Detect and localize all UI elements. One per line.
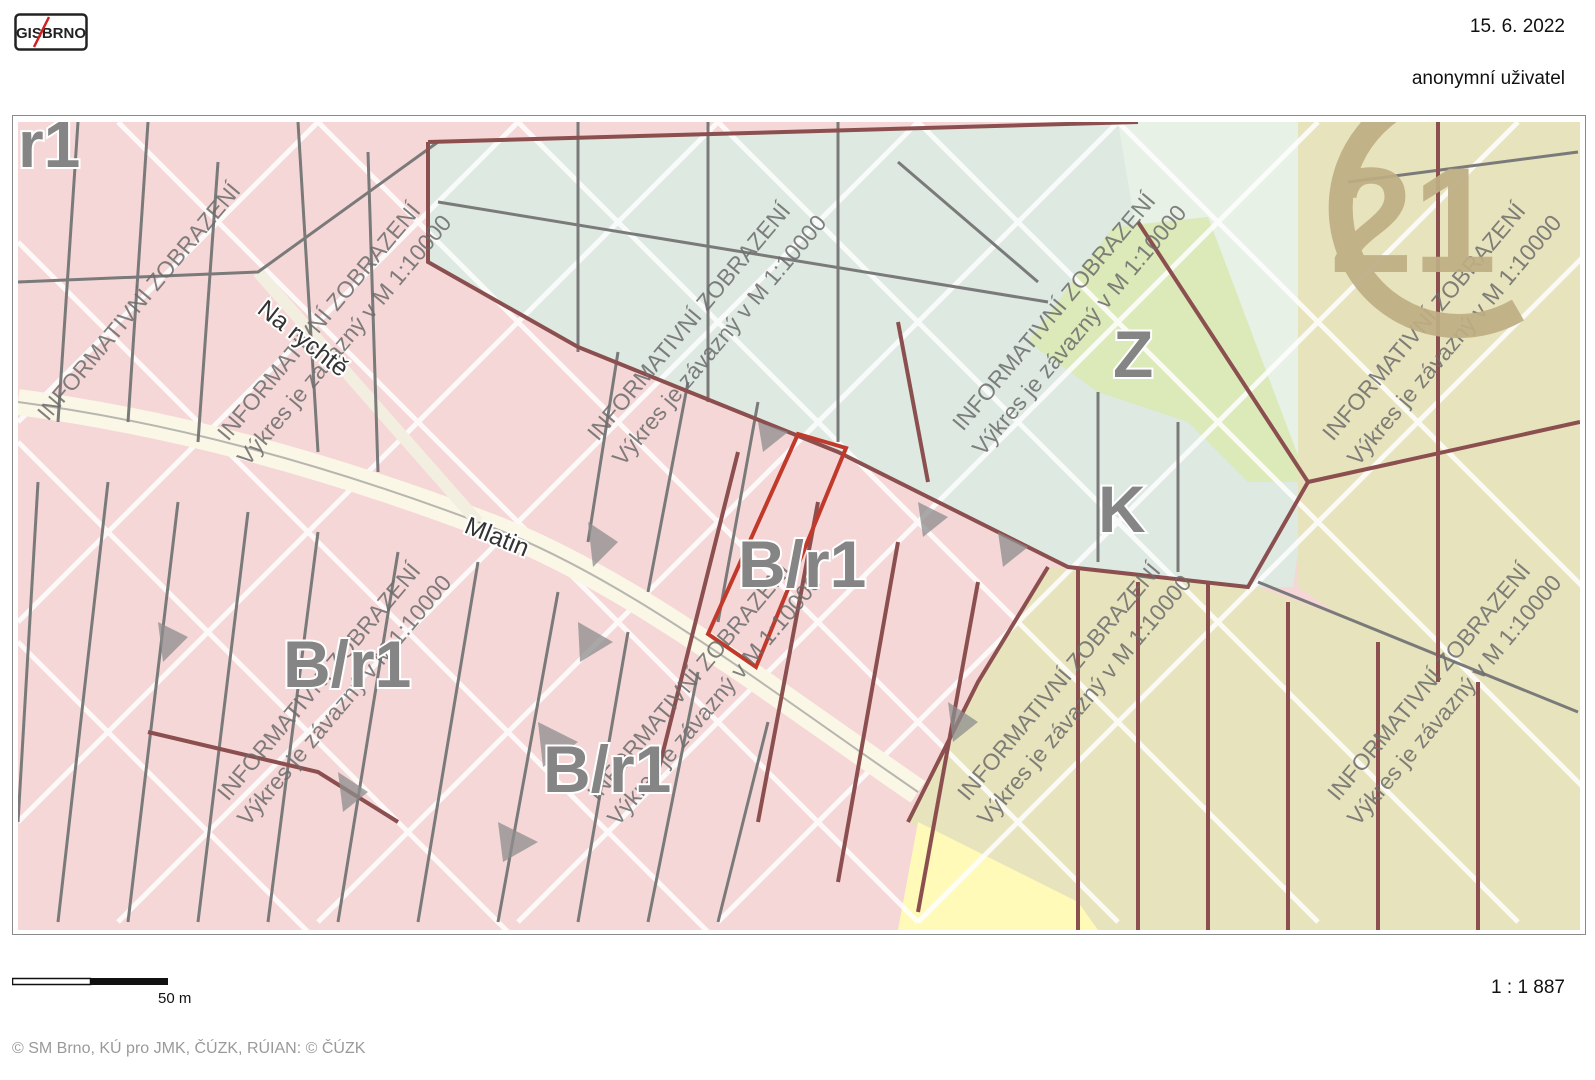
user-label: anonymní uživatel	[1411, 68, 1565, 89]
century21-badge: 21	[1328, 122, 1525, 338]
map-view[interactable]: INFORMATIVNÍ ZOBRAZENÍ INFORMATIVNÍ ZOBR…	[12, 115, 1586, 935]
zone-label-b-r1-center: B/r1	[543, 732, 671, 806]
scale-label: 50 m	[158, 990, 192, 1007]
print-date: 15. 6. 2022	[1469, 16, 1565, 37]
zone-label-z: Z	[1113, 317, 1153, 391]
copyright: © SM Brno, KÚ pro JMK, ČÚZK, RÚIAN: © ČÚ…	[12, 1040, 366, 1057]
scale-bar	[11, 974, 169, 986]
scale-ratio: 1 : 1 887	[1491, 977, 1565, 998]
svg-text:GISBRNO: GISBRNO	[16, 25, 86, 42]
svg-text:21: 21	[1330, 136, 1497, 304]
zone-label-b-r1-parcel: B/r1	[738, 527, 866, 601]
zone-label-r1: r1	[18, 122, 80, 181]
gis-brno-logo: GISBRNO	[14, 13, 88, 51]
zone-label-k: K	[1098, 472, 1146, 546]
zone-label-b-r1-left: B/r1	[283, 627, 411, 701]
